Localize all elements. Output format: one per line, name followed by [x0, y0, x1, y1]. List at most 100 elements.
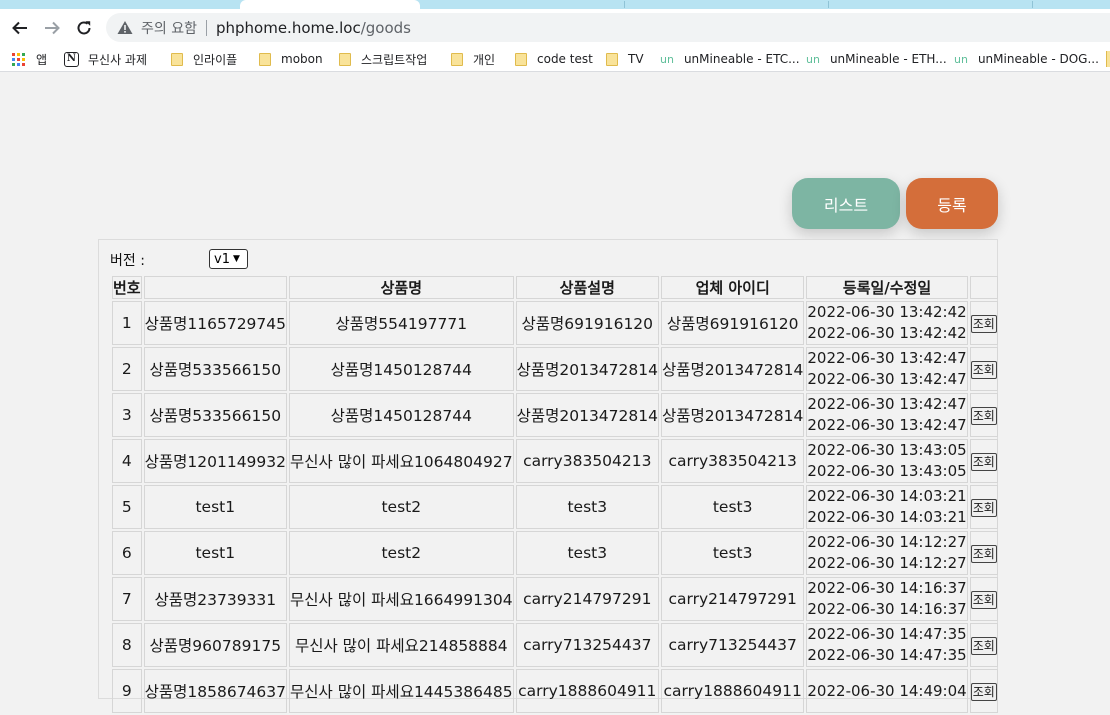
bookmark-label: 앱 [36, 52, 48, 67]
row-number-cell: 6 [112, 531, 142, 575]
product-name-cell: 상품명554197771 [289, 301, 514, 345]
bookmark-label: TV [628, 52, 644, 66]
version-select[interactable]: v1 ▼ [209, 249, 248, 269]
table-row: 4 상품명1201149932 무신사 많이 파세요1064804927 carry3… [112, 439, 998, 483]
row-number-cell: 5 [112, 485, 142, 529]
product-desc-cell: 상품명691916120 [515, 301, 659, 345]
action-cell: 조회 [969, 439, 998, 483]
product-name-cell: test2 [289, 531, 514, 575]
apps-grid-icon [12, 52, 25, 66]
dates-cell: 2022-06-30 14:16:37 2022-06-30 14:16:37 [806, 577, 968, 621]
dates-cell: 2022-06-30 14:47:35 2022-06-30 14:47:35 [806, 623, 968, 667]
view-button[interactable]: 조회 [970, 590, 997, 609]
reload-button[interactable] [70, 14, 98, 42]
view-button[interactable]: 조회 [970, 544, 997, 563]
product-desc-cell: carry1888604911 [515, 669, 659, 713]
bookmark-label: mobon [281, 52, 323, 66]
bookmark-label: 스크립트작업 [361, 52, 428, 67]
product-code-cell: 상품명1165729745 [143, 301, 288, 345]
tab-divider [1032, 1, 1033, 8]
bookmark-folder-personal[interactable]: 개인 [451, 50, 495, 68]
bookmark-folder-codetest[interactable]: code test [515, 50, 593, 68]
product-name-cell: 무신사 많이 파세요1664991304 [289, 577, 514, 621]
created-at: 2022-06-30 14:49:04 [807, 681, 967, 700]
product-code-cell: 상품명533566150 [143, 347, 288, 391]
back-button[interactable] [6, 14, 34, 42]
view-button[interactable]: 조회 [970, 314, 997, 333]
created-at: 2022-06-30 14:03:21 [807, 487, 967, 505]
bookmark-label: 무신사 과제 [88, 52, 148, 67]
product-name-cell: 상품명1450128744 [289, 347, 514, 391]
tab-strip [0, 0, 1110, 9]
row-number-cell: 2 [112, 347, 142, 391]
created-at: 2022-06-30 14:47:35 [807, 625, 967, 643]
url-host: phphome.home.loc [215, 18, 361, 37]
view-button[interactable]: 조회 [970, 406, 997, 425]
security-status[interactable]: 주의 요함 [141, 18, 197, 38]
action-cell: 조회 [969, 485, 998, 529]
product-desc-cell: test3 [515, 485, 659, 529]
chevron-down-icon: ▼ [232, 254, 240, 264]
vendor-id-cell: 상품명2013472814 [660, 393, 805, 437]
view-button[interactable]: 조회 [970, 452, 997, 471]
vendor-id-cell: carry383504213 [660, 439, 805, 483]
product-code-cell: 상품명533566150 [143, 393, 288, 437]
address-bar[interactable]: 주의 요함 phphome.home.loc/goods [106, 13, 1110, 42]
created-at: 2022-06-30 14:12:27 [807, 533, 967, 551]
bookmark-folder-script[interactable]: 스크립트작업 [339, 50, 427, 68]
goods-table: 번호 상품명 상품설명 업체 아이디 등록일/수정일 1 상품명116572974… [110, 274, 1000, 715]
product-name-cell: test2 [289, 485, 514, 529]
bookmark-unmineable-dog[interactable]: un unMineable - DOG... [954, 50, 1099, 68]
row-number-cell: 7 [112, 577, 142, 621]
view-button[interactable]: 조회 [970, 682, 997, 701]
bookmark-folder-tv[interactable]: TV [606, 50, 644, 68]
bookmark-apps[interactable]: 앱 [12, 50, 47, 68]
dates-cell: 2022-06-30 13:43:05 2022-06-30 13:43:05 [806, 439, 968, 483]
unmineable-icon: un [660, 52, 674, 66]
bookmark-folder-inriple[interactable]: 인라이플 [171, 50, 237, 68]
forward-button[interactable] [38, 14, 66, 42]
page-content: 리스트 등록 버전 : v1 ▼ 번호 상품명 상품설명 업체 아이디 등록일/… [0, 73, 1110, 713]
action-cell: 조회 [969, 577, 998, 621]
column-header [143, 276, 288, 299]
vendor-id-cell: test3 [660, 485, 805, 529]
view-button[interactable]: 조회 [970, 636, 997, 655]
table-row: 1 상품명1165729745 상품명554197771 상품명691916120 상품… [112, 301, 998, 345]
list-button[interactable]: 리스트 [792, 178, 900, 229]
row-number-cell: 3 [112, 393, 142, 437]
dates-cell: 2022-06-30 13:42:47 2022-06-30 13:42:47 [806, 393, 968, 437]
warning-icon[interactable] [117, 20, 133, 36]
row-number-cell: 8 [112, 623, 142, 667]
bookmark-label: 인라이플 [193, 52, 238, 67]
view-button[interactable]: 조회 [970, 498, 997, 517]
active-tab[interactable] [240, 0, 420, 9]
vendor-id-cell: test3 [660, 531, 805, 575]
register-button[interactable]: 등록 [906, 178, 998, 229]
folder-icon [259, 52, 271, 66]
column-header: 업체 아이디 [660, 276, 805, 299]
bookmark-folder-mobon[interactable]: mobon [259, 50, 323, 68]
updated-at: 2022-06-30 13:43:05 [807, 462, 967, 480]
version-value: v1 [214, 251, 230, 267]
table-row: 2 상품명533566150 상품명1450128744 상품명2013472814 상… [112, 347, 998, 391]
bookmark-unmineable-eth[interactable]: un unMineable - ETH... [806, 50, 947, 68]
dates-cell: 2022-06-30 13:42:47 2022-06-30 13:42:47 [806, 347, 968, 391]
updated-at: 2022-06-30 13:42:47 [807, 416, 967, 434]
folder-icon [171, 52, 183, 66]
product-desc-cell: 상품명2013472814 [515, 347, 659, 391]
row-number-cell: 9 [112, 669, 142, 713]
table-row: 6 test1 test2 test3 test3 2022-06-30 14:12:27… [112, 531, 998, 575]
bookmark-musinsa[interactable]: N 무신사 과제 [64, 50, 147, 68]
forward-arrow-icon [45, 21, 60, 35]
product-name-cell: 무신사 많이 파세요214858884 [289, 623, 514, 667]
address-divider [205, 19, 207, 36]
back-arrow-icon [12, 21, 27, 35]
bookmark-label: code test [537, 52, 593, 66]
view-button[interactable]: 조회 [970, 360, 997, 379]
bookmark-unmineable-etc[interactable]: un unMineable - ETC... [660, 50, 800, 68]
product-desc-cell: carry383504213 [515, 439, 659, 483]
dates-cell: 2022-06-30 14:03:21 2022-06-30 14:03:21 [806, 485, 968, 529]
table-row: 7 상품명23739331 무신사 많이 파세요1664991304 carry214… [112, 577, 998, 621]
product-code-cell: 상품명1201149932 [143, 439, 288, 483]
product-desc-cell: carry713254437 [515, 623, 659, 667]
